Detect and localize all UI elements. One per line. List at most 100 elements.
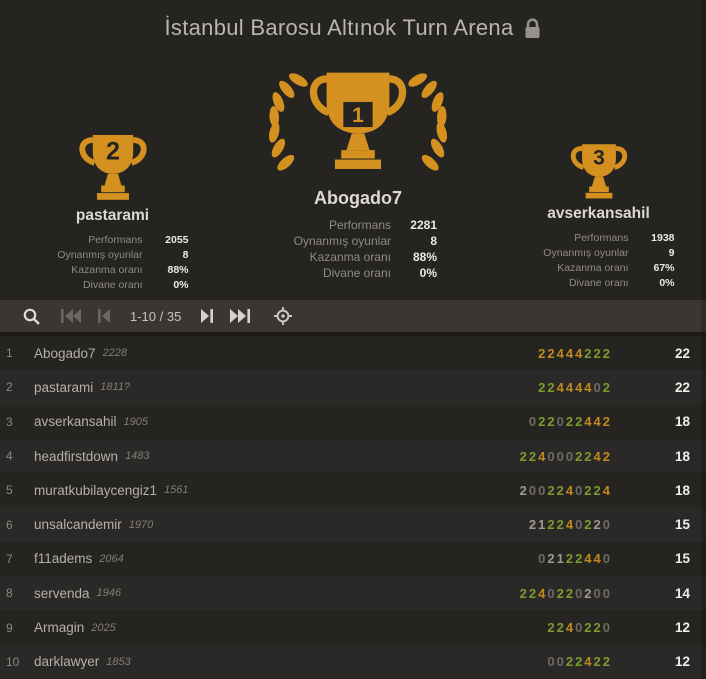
podium-third: 3 avserkansahil Performans 1938 Oynanmış o… bbox=[491, 56, 706, 300]
player-name[interactable]: Abogado7 bbox=[34, 346, 96, 361]
score-digit: 2 bbox=[584, 345, 594, 361]
standings-row[interactable]: 3 avserkansahil 1905 022022442 18 bbox=[0, 405, 706, 439]
score-digit: 2 bbox=[565, 414, 576, 430]
stat-label: Oynanmış oyunlar bbox=[293, 234, 391, 248]
score-digit: 2 bbox=[519, 482, 529, 498]
player-rank: 10 bbox=[6, 654, 20, 669]
standings-row[interactable]: 9 Armagin 2025 2240220 12 bbox=[0, 610, 706, 644]
scroll-to-me-button[interactable] bbox=[263, 300, 303, 332]
stat-value: 0% bbox=[419, 266, 437, 280]
score-digit: 0 bbox=[565, 448, 576, 464]
last-page-button[interactable] bbox=[223, 300, 257, 332]
score-digit: 4 bbox=[556, 345, 566, 361]
search-button[interactable] bbox=[14, 300, 48, 332]
prev-page-icon bbox=[98, 309, 110, 323]
total-score: 12 bbox=[674, 620, 690, 636]
stat-label: Divane oranı bbox=[322, 266, 391, 280]
total-score: 14 bbox=[674, 585, 690, 601]
score-digit: 2 bbox=[538, 414, 548, 430]
player-name[interactable]: pastarami bbox=[34, 380, 93, 395]
stat-label: Kazanma oranı bbox=[557, 262, 629, 274]
score-digit: 4 bbox=[602, 482, 612, 498]
total-score: 12 bbox=[674, 654, 690, 670]
total-score: 15 bbox=[674, 551, 690, 567]
score-digit: 4 bbox=[565, 345, 576, 361]
standings-row[interactable]: 10 darklawyer 1853 0022422 12 bbox=[0, 644, 706, 679]
player-rank: 1 bbox=[6, 346, 13, 361]
player-rating: 1905 bbox=[123, 415, 149, 428]
score-digit: 2 bbox=[575, 448, 585, 464]
standings-row[interactable]: 6 unsalcandemir 1970 212240220 15 bbox=[0, 507, 706, 542]
stat-label: Divane oranı bbox=[568, 277, 629, 289]
trophy-3-icon: 3 bbox=[570, 144, 627, 199]
stat-value: 9 bbox=[668, 247, 675, 259]
trophy-1-number: 1 bbox=[352, 104, 364, 127]
player-name[interactable]: Armagin bbox=[34, 620, 84, 635]
standings-row[interactable]: 4 headfirstdown 1483 2240002242 18 bbox=[0, 438, 706, 474]
score-digit: 2 bbox=[528, 517, 539, 533]
score-digit: 4 bbox=[593, 448, 603, 464]
score-digit: 4 bbox=[565, 482, 576, 498]
standings-row[interactable]: 5 muratkubilaycengiz1 1561 2002240224 18 bbox=[0, 473, 706, 507]
player-rank: 3 bbox=[6, 414, 13, 429]
podium-stat-row: Performans 2055 bbox=[37, 233, 189, 248]
score-digit: 4 bbox=[575, 345, 585, 361]
standings-row[interactable]: 1 Abogado7 2228 22444222 22 bbox=[0, 336, 706, 370]
player-rank: 8 bbox=[6, 586, 13, 601]
score-digit: 2 bbox=[547, 345, 557, 361]
score-digit: 4 bbox=[584, 551, 594, 567]
score-digit: 4 bbox=[575, 379, 585, 395]
score-digit: 2 bbox=[528, 448, 539, 464]
score-digit: 0 bbox=[547, 654, 557, 670]
player-name[interactable]: f11adems bbox=[34, 551, 92, 566]
search-icon bbox=[23, 308, 40, 325]
score-digit: 2 bbox=[584, 620, 594, 636]
player-name[interactable]: unsalcandemir bbox=[34, 517, 122, 532]
standings-row[interactable]: 7 f11adems 2064 02122440 15 bbox=[0, 542, 706, 576]
first-page-button[interactable] bbox=[54, 300, 88, 332]
score-digit: 2 bbox=[602, 448, 612, 464]
player-name[interactable]: servenda bbox=[34, 586, 90, 601]
next-page-button[interactable] bbox=[189, 300, 223, 332]
score-digit: 2 bbox=[575, 551, 585, 567]
stat-label: Kazanma oranı bbox=[309, 250, 391, 264]
score-digit: 4 bbox=[565, 620, 576, 636]
standings-row[interactable]: 8 servenda 1946 2240220200 14 bbox=[0, 576, 706, 611]
player-name[interactable]: muratkubilaycengiz1 bbox=[34, 483, 157, 498]
score-sheet: 02122440 bbox=[538, 551, 612, 566]
podium-stat-row: Oynanmış oyunlar 8 bbox=[37, 248, 188, 263]
score-digit: 2 bbox=[565, 654, 576, 670]
podium-third-name: avserkansahil bbox=[547, 205, 650, 222]
stat-value: 67% bbox=[653, 262, 675, 274]
score-digit: 2 bbox=[602, 414, 612, 430]
score-sheet: 22444222 bbox=[538, 346, 612, 361]
player-rating: 2064 bbox=[99, 552, 124, 565]
score-digit: 0 bbox=[575, 585, 585, 601]
scrollbar-track[interactable] bbox=[701, 0, 706, 679]
podium-first-stats: Performans 2281 Oynanmış oyunlar 8 Kazanma o… bbox=[279, 217, 437, 281]
score-digit: 1 bbox=[538, 517, 548, 533]
score-digit: 2 bbox=[565, 585, 576, 601]
first-page-icon bbox=[61, 309, 81, 323]
player-rating: 1853 bbox=[106, 655, 131, 668]
podium: 2 pastarami Performans 2055 Oynanmış oyunl… bbox=[0, 56, 706, 300]
score-digit: 2 bbox=[575, 414, 585, 430]
score-digit: 2 bbox=[519, 585, 529, 601]
standings-row[interactable]: 2 pastarami 1811? 22444402 22 bbox=[0, 370, 706, 405]
prev-page-button[interactable] bbox=[88, 300, 122, 332]
podium-second-name: pastarami bbox=[75, 207, 150, 224]
stat-value: 2055 bbox=[165, 234, 189, 246]
podium-stat-row: Oynanmış oyunlar 9 bbox=[523, 246, 675, 261]
player-name[interactable]: avserkansahil bbox=[34, 414, 117, 429]
score-digit: 2 bbox=[547, 379, 557, 395]
tournament-header: İstanbul Barosu Altınok Turn Arena bbox=[0, 0, 706, 56]
score-sheet: 022022442 bbox=[529, 414, 612, 429]
target-icon bbox=[274, 307, 293, 325]
podium-third-stats: Performans 1938 Oynanmış oyunlar 9 Kazanma o… bbox=[523, 231, 675, 291]
player-name[interactable]: darklawyer bbox=[34, 654, 99, 669]
score-digit: 2 bbox=[593, 482, 603, 498]
stat-value: 88% bbox=[167, 264, 189, 276]
score-digit: 2 bbox=[547, 414, 557, 430]
player-rating: 1483 bbox=[125, 450, 150, 463]
player-name[interactable]: headfirstdown bbox=[34, 449, 118, 464]
